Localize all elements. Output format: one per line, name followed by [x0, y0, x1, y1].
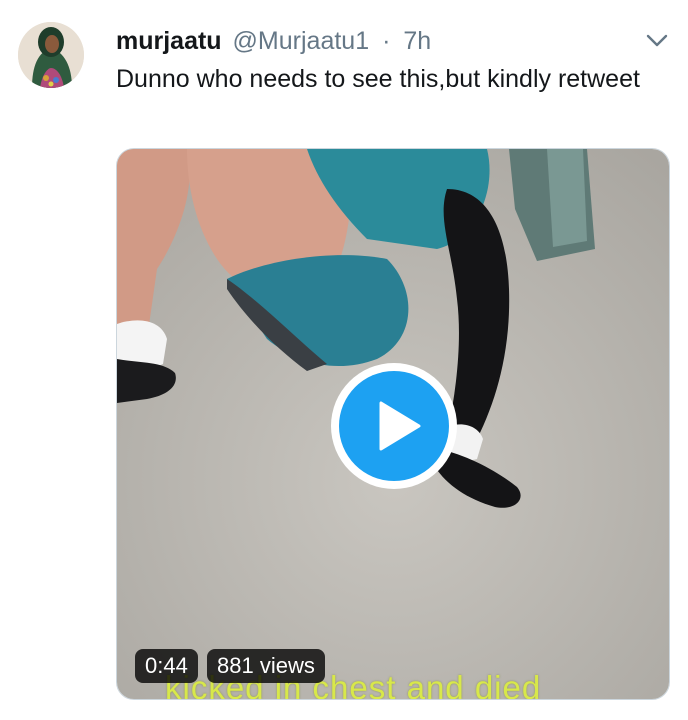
- avatar-image: [18, 22, 84, 88]
- separator-dot: ·: [382, 27, 391, 55]
- tweet: murjaatu @Murjaatu1 · 7h Dunno who needs…: [0, 0, 688, 720]
- tweet-timestamp[interactable]: 7h: [403, 27, 431, 55]
- user-handle[interactable]: @Murjaatu1: [233, 27, 370, 55]
- video-duration-badge: 0:44: [135, 649, 198, 683]
- video-player[interactable]: kicked in chest and died 0:44 881 views: [116, 148, 670, 700]
- tweet-header: murjaatu @Murjaatu1 · 7h: [116, 26, 431, 56]
- video-views-badge: 881 views: [207, 649, 325, 683]
- tweet-text: Dunno who needs to see this,but kindly r…: [116, 65, 640, 93]
- display-name[interactable]: murjaatu: [116, 27, 222, 55]
- chevron-down-icon[interactable]: [644, 30, 670, 50]
- play-button[interactable]: [331, 363, 457, 489]
- avatar[interactable]: [18, 22, 84, 88]
- play-icon: [379, 401, 421, 451]
